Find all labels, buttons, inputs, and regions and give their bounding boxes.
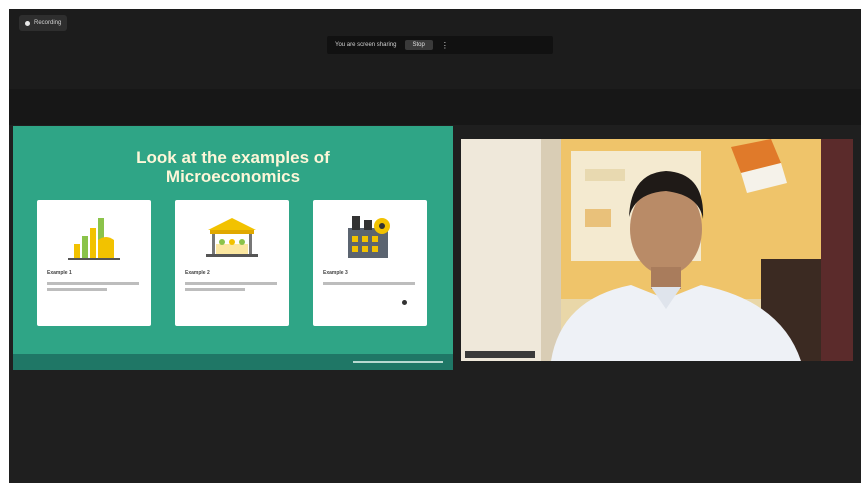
market-stall-icon xyxy=(206,218,258,257)
card-title: Example 2 xyxy=(185,270,210,276)
participant-name-tag xyxy=(465,351,535,358)
card-text-line xyxy=(185,282,277,285)
card-text-line xyxy=(323,282,415,285)
record-dot-icon xyxy=(25,20,30,26)
share-status-text: You are screen sharing xyxy=(335,42,397,48)
slide-title-line2: Microeconomics xyxy=(165,167,301,186)
card-text-line xyxy=(185,288,245,291)
participant-video[interactable] xyxy=(461,139,853,361)
card-title: Example 1 xyxy=(47,270,72,276)
slide-title: Look at the examples of Microeconomics xyxy=(13,148,453,186)
example-card-2: Example 2 xyxy=(175,200,289,326)
recording-indicator[interactable]: Recording xyxy=(19,15,68,31)
recording-label: Recording xyxy=(34,20,62,26)
example-card-3: Example 3 xyxy=(313,200,427,326)
example-card-1: Example 1 xyxy=(37,200,151,326)
card-text-line xyxy=(47,288,107,291)
shared-slide: Look at the examples of Microeconomics E… xyxy=(13,126,453,370)
card-text-line xyxy=(47,282,139,285)
factory-icon xyxy=(348,216,390,258)
slide-title-line1: Look at the examples of xyxy=(136,148,330,167)
card-title: Example 3 xyxy=(323,270,348,276)
screen-share-bar: You are screen sharing Stop ⋮ xyxy=(327,36,553,54)
participant-video-frame xyxy=(461,139,853,361)
growth-chart-icon xyxy=(68,218,120,260)
stop-sharing-button[interactable]: Stop xyxy=(404,40,433,50)
bullet-dot-icon xyxy=(402,300,407,305)
slide-progress-bar xyxy=(353,361,443,363)
slide-footer xyxy=(13,354,453,370)
meeting-window: Recording You are screen sharing Stop ⋮ … xyxy=(9,9,861,483)
more-options-icon[interactable]: ⋮ xyxy=(441,41,449,50)
dark-band xyxy=(9,89,861,125)
top-bar: Recording You are screen sharing Stop ⋮ xyxy=(9,9,861,89)
